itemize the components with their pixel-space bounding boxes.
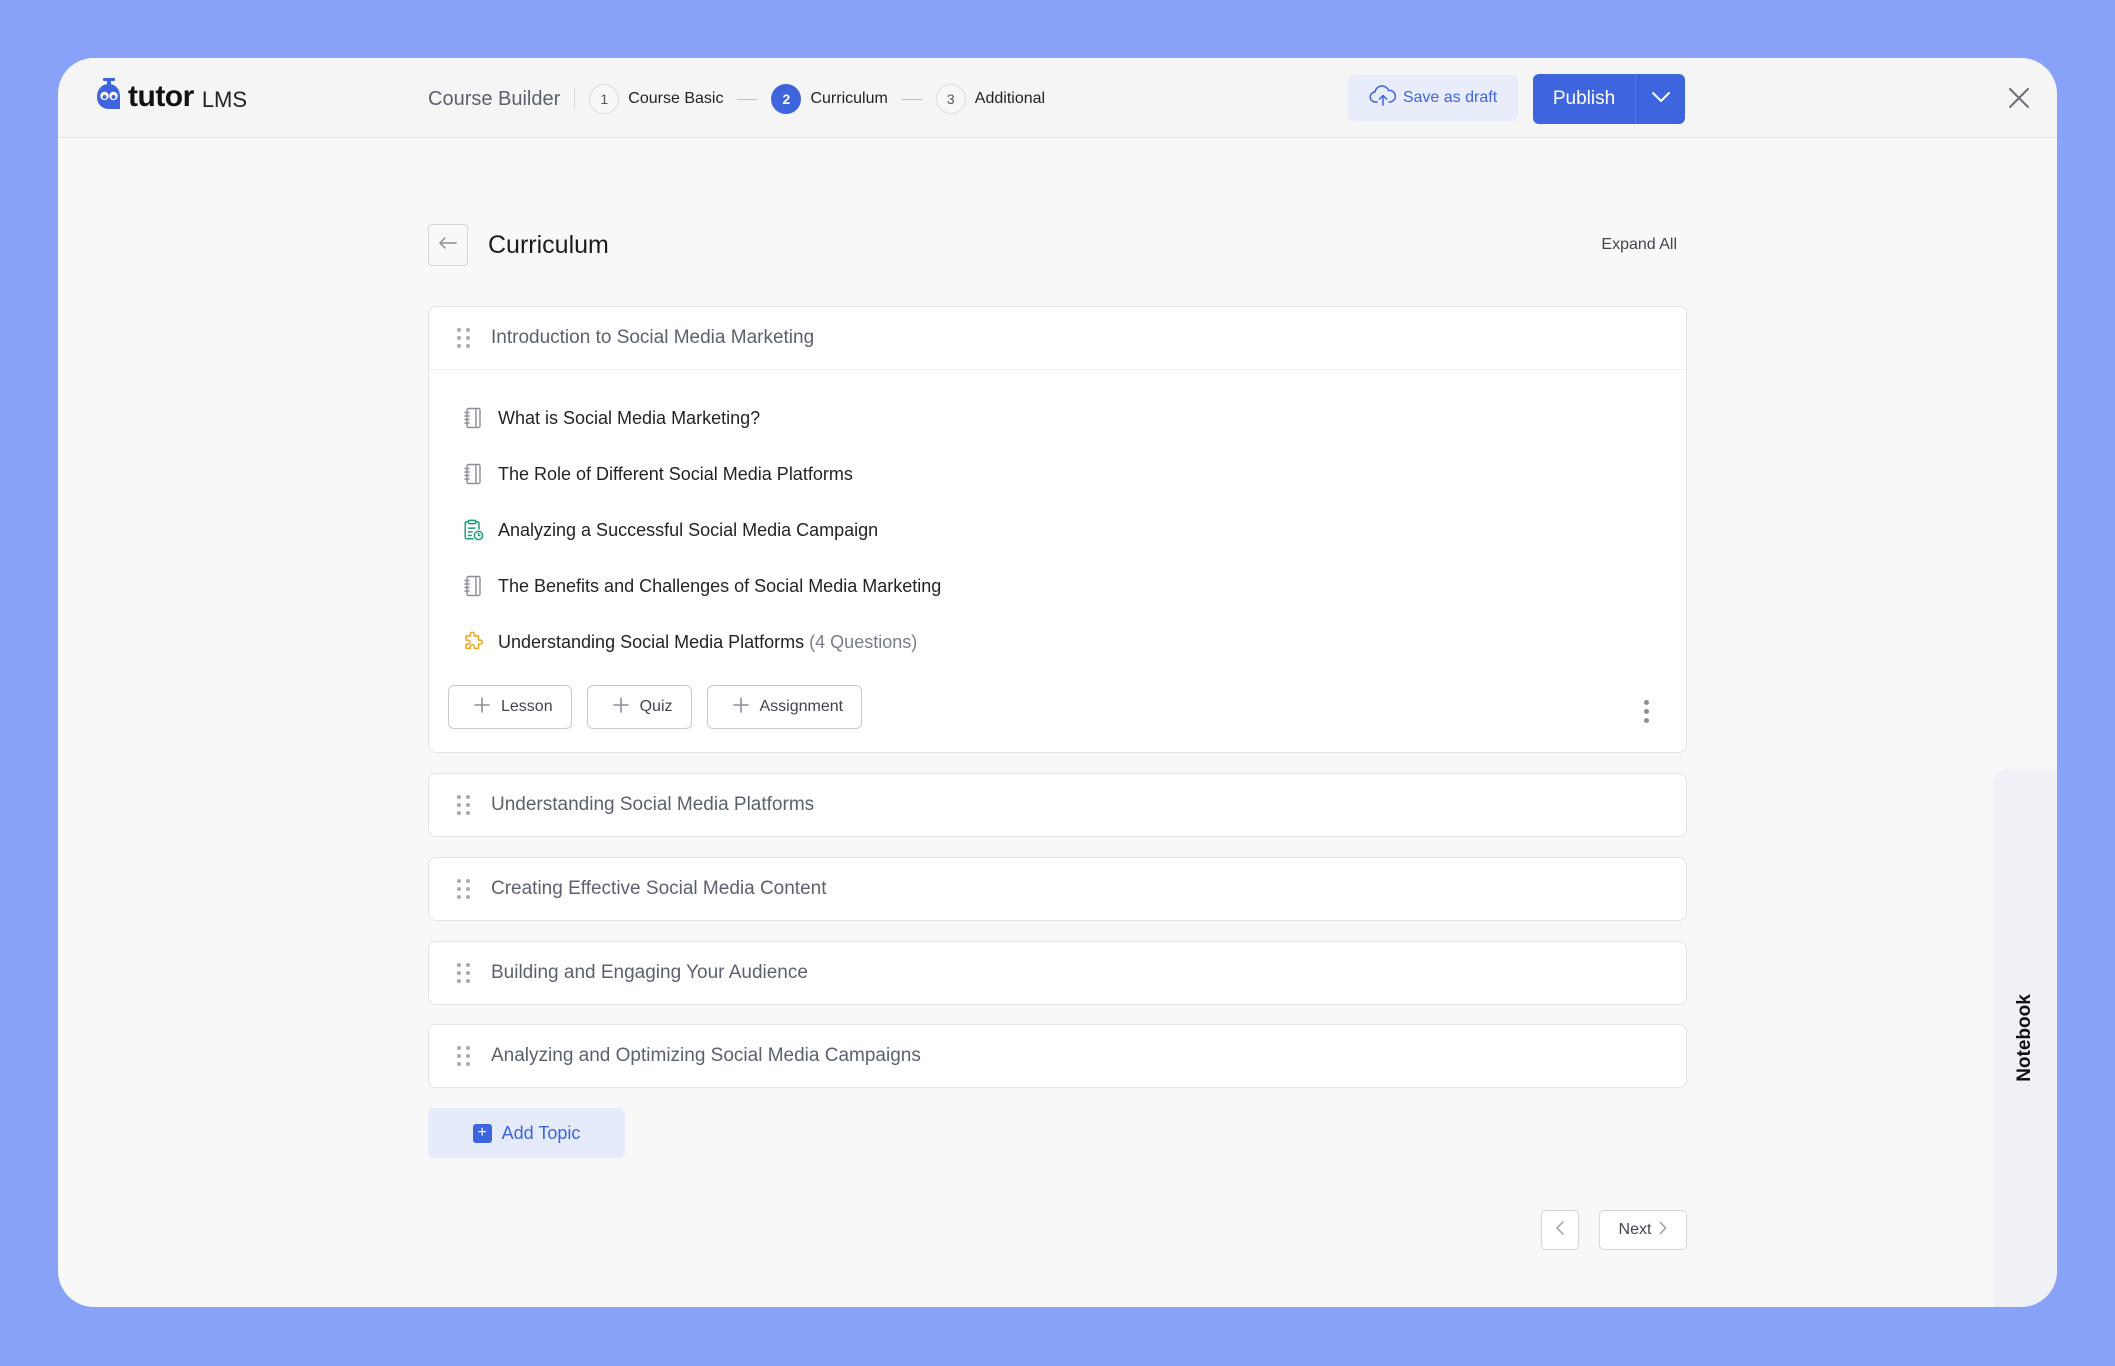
plus-icon bbox=[732, 696, 750, 719]
topic-header[interactable]: Understanding Social Media Platforms bbox=[429, 774, 1686, 836]
step-connector bbox=[737, 98, 758, 100]
topic-title: Analyzing and Optimizing Social Media Ca… bbox=[491, 1045, 921, 1066]
publish-button-group: Publish bbox=[1533, 74, 1685, 124]
topic-card: Introduction to Social Media Marketing W… bbox=[428, 306, 1687, 753]
topic-title: Building and Engaging Your Audience bbox=[491, 962, 808, 983]
arrow-left-icon bbox=[438, 236, 458, 255]
topic-header[interactable]: Creating Effective Social Media Content bbox=[429, 858, 1686, 920]
add-lesson-button[interactable]: Lesson bbox=[448, 685, 572, 729]
next-label: Next bbox=[1618, 1221, 1652, 1238]
expand-all-button[interactable]: Expand All bbox=[1601, 236, 1677, 254]
topic-title: Introduction to Social Media Marketing bbox=[491, 327, 815, 348]
topic-card[interactable]: Analyzing and Optimizing Social Media Ca… bbox=[428, 1024, 1687, 1088]
lesson-book-icon bbox=[462, 406, 484, 430]
topic-card[interactable]: Building and Engaging Your Audience bbox=[428, 941, 1687, 1005]
close-button[interactable] bbox=[2005, 84, 2033, 112]
quiz-title: Understanding Social Media Platforms bbox=[498, 631, 805, 652]
close-icon bbox=[2005, 88, 2033, 116]
step-course-basic[interactable]: 1 Course Basic bbox=[589, 84, 723, 114]
step-number: 3 bbox=[935, 84, 966, 114]
item-title: Analyzing a Successful Social Media Camp… bbox=[498, 519, 879, 540]
quiz-puzzle-icon bbox=[462, 630, 484, 654]
topic-title: Understanding Social Media Platforms bbox=[491, 794, 815, 815]
logo: tutor LMS bbox=[96, 78, 247, 115]
back-button[interactable] bbox=[428, 224, 468, 266]
chevron-down-icon bbox=[1651, 90, 1671, 108]
header: tutor LMS Course Builder 1 Course Basic … bbox=[58, 58, 2057, 138]
lesson-book-icon bbox=[462, 574, 484, 598]
course-builder-window: tutor LMS Course Builder 1 Course Basic … bbox=[58, 58, 2057, 1307]
notebook-tab[interactable]: Notebook bbox=[1993, 769, 2057, 1307]
plus-icon bbox=[612, 696, 630, 719]
add-topic-label: Add Topic bbox=[501, 1122, 581, 1143]
add-topic-button[interactable]: + Add Topic bbox=[428, 1108, 625, 1158]
item-title: The Benefits and Challenges of Social Me… bbox=[498, 575, 942, 596]
step-label: Additional bbox=[974, 90, 1046, 107]
title-row: Curriculum Expand All bbox=[428, 224, 1687, 266]
topic-header[interactable]: Introduction to Social Media Marketing bbox=[429, 307, 1686, 369]
step-curriculum[interactable]: 2 Curriculum bbox=[771, 84, 888, 114]
lesson-item[interactable]: The Role of Different Social Media Platf… bbox=[462, 460, 853, 488]
item-title: What is Social Media Marketing? bbox=[498, 407, 761, 428]
save-as-draft-label: Save as draft bbox=[1402, 89, 1498, 106]
plus-square-icon: + bbox=[472, 1123, 492, 1143]
drag-handle-icon[interactable] bbox=[457, 879, 470, 899]
logo-subtext: LMS bbox=[201, 86, 248, 112]
topic-content-list: What is Social Media Marketing? The Role… bbox=[429, 369, 1686, 752]
step-label: Course Basic bbox=[628, 90, 724, 107]
drag-handle-icon[interactable] bbox=[457, 328, 470, 348]
drag-handle-icon[interactable] bbox=[457, 795, 470, 815]
plus-icon bbox=[473, 696, 491, 719]
lesson-item[interactable]: What is Social Media Marketing? bbox=[462, 404, 760, 432]
cloud-upload-icon bbox=[1369, 84, 1397, 112]
save-as-draft-button[interactable]: Save as draft bbox=[1348, 75, 1518, 121]
add-assignment-label: Assignment bbox=[759, 698, 844, 715]
lesson-book-icon bbox=[462, 462, 484, 486]
previous-button[interactable] bbox=[1541, 1210, 1579, 1250]
topic-title: Creating Effective Social Media Content bbox=[491, 878, 827, 899]
add-assignment-button[interactable]: Assignment bbox=[706, 685, 863, 729]
add-quiz-button[interactable]: Quiz bbox=[586, 685, 692, 729]
topic-header[interactable]: Analyzing and Optimizing Social Media Ca… bbox=[429, 1025, 1686, 1087]
add-quiz-label: Quiz bbox=[639, 698, 673, 715]
publish-button[interactable]: Publish bbox=[1533, 74, 1635, 124]
step-navigation: Course Builder 1 Course Basic 2 Curricul… bbox=[428, 84, 1045, 114]
add-content-buttons: Lesson Quiz Assignment bbox=[448, 685, 863, 729]
builder-title: Course Builder bbox=[428, 87, 561, 110]
topic-header[interactable]: Building and Engaging Your Audience bbox=[429, 942, 1686, 1004]
drag-handle-icon[interactable] bbox=[457, 1046, 470, 1066]
page-title: Curriculum bbox=[488, 231, 609, 259]
divider bbox=[574, 88, 576, 110]
step-connector bbox=[901, 98, 922, 100]
topic-card[interactable]: Creating Effective Social Media Content bbox=[428, 857, 1687, 921]
add-lesson-label: Lesson bbox=[501, 698, 553, 715]
topic-card[interactable]: Understanding Social Media Platforms bbox=[428, 773, 1687, 837]
item-title: The Role of Different Social Media Platf… bbox=[498, 463, 853, 484]
next-button[interactable]: Next bbox=[1599, 1210, 1687, 1250]
quiz-item[interactable]: Understanding Social Media Platforms (4 … bbox=[462, 628, 917, 656]
step-additional[interactable]: 3 Additional bbox=[935, 84, 1046, 114]
question-count: (4 Questions) bbox=[809, 631, 918, 652]
assignment-item[interactable]: Analyzing a Successful Social Media Camp… bbox=[462, 516, 878, 544]
assignment-clipboard-icon bbox=[462, 518, 484, 542]
chevron-left-icon bbox=[1555, 1220, 1565, 1241]
step-number: 2 bbox=[771, 84, 802, 114]
owl-logo-icon bbox=[96, 78, 122, 115]
logo-text: tutor bbox=[128, 79, 194, 113]
publish-menu-button[interactable] bbox=[1635, 74, 1685, 124]
notebook-label: Notebook bbox=[2014, 994, 2036, 1082]
pagination: Next bbox=[1541, 1210, 1687, 1250]
lesson-item[interactable]: The Benefits and Challenges of Social Me… bbox=[462, 572, 941, 600]
step-number: 1 bbox=[589, 84, 620, 114]
drag-handle-icon[interactable] bbox=[457, 963, 470, 983]
item-title: Understanding Social Media Platforms (4 … bbox=[498, 632, 917, 653]
chevron-right-icon bbox=[1659, 1221, 1667, 1240]
more-options-icon[interactable] bbox=[1644, 700, 1649, 723]
step-label: Curriculum bbox=[810, 90, 888, 107]
